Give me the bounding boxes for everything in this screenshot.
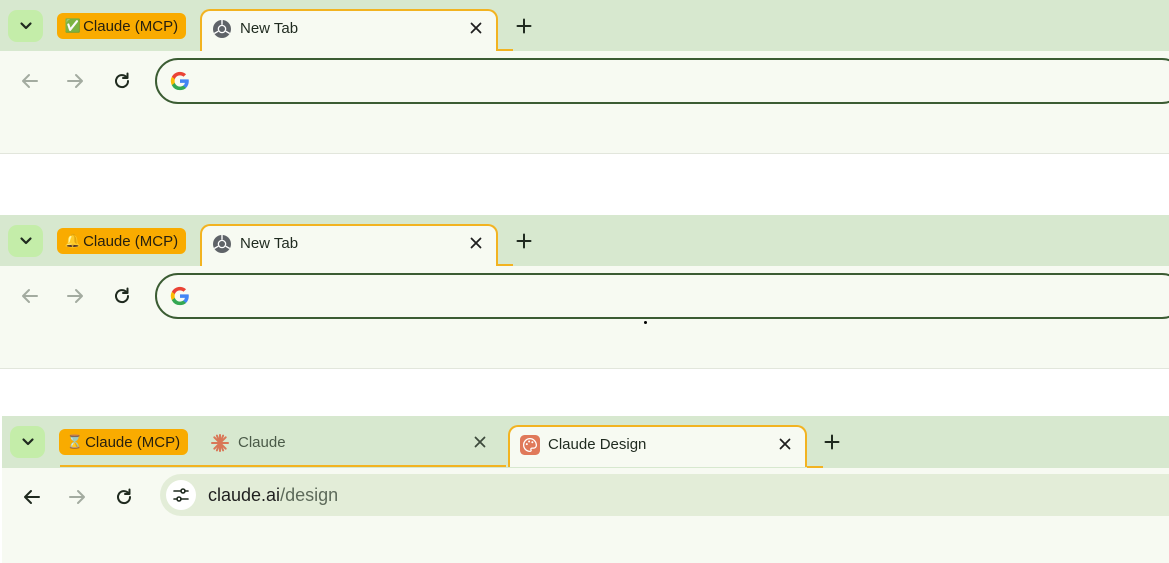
browser-window-2: 🔔 Claude (MCP) New Tab <box>0 215 1169 370</box>
group-status-icon: ✅ <box>64 18 82 33</box>
browser-window-1: ✅ Claude (MCP) New Tab <box>0 0 1169 155</box>
reload-button[interactable] <box>111 484 137 510</box>
close-icon[interactable] <box>466 233 486 253</box>
reload-button[interactable] <box>109 283 135 309</box>
site-info-button[interactable] <box>166 480 196 510</box>
back-button[interactable] <box>19 484 45 510</box>
reload-icon <box>115 287 130 304</box>
omnibox[interactable] <box>155 58 1169 104</box>
chrome-icon <box>212 19 232 39</box>
arrow-left-icon <box>22 289 38 303</box>
omnibox-url[interactable]: claude.ai/design <box>208 485 338 506</box>
back-button[interactable] <box>17 283 43 309</box>
reload-button[interactable] <box>109 68 135 94</box>
new-tab-button[interactable] <box>512 14 536 38</box>
tab-title: New Tab <box>240 20 299 37</box>
close-icon[interactable] <box>775 434 795 454</box>
tab-group-label: Claude (MCP) <box>85 433 181 451</box>
arrow-left-icon <box>24 490 40 504</box>
url-path: /design <box>280 485 339 505</box>
tab-strip: ⌛ Claude (MCP) Claude Claude Design <box>2 416 1169 468</box>
tune-icon <box>173 488 189 502</box>
new-tab-button[interactable] <box>512 229 536 253</box>
claude-burst-icon <box>210 433 230 453</box>
reload-icon <box>115 72 130 89</box>
forward-button[interactable] <box>62 283 88 309</box>
new-tab-button[interactable] <box>820 430 844 454</box>
tab-strip: 🔔 Claude (MCP) New Tab <box>0 215 1169 266</box>
close-icon[interactable] <box>470 432 490 452</box>
reload-icon <box>117 488 132 505</box>
tab-title: Claude <box>238 434 286 451</box>
toolbar <box>0 51 1169 154</box>
forward-button[interactable] <box>62 68 88 94</box>
forward-button[interactable] <box>64 484 90 510</box>
toolbar <box>0 266 1169 369</box>
arrow-right-icon <box>67 289 83 303</box>
tab-new-tab[interactable]: New Tab <box>200 9 498 51</box>
google-g-icon <box>170 286 189 306</box>
arrow-left-icon <box>22 74 38 88</box>
chevron-down-icon <box>19 22 32 30</box>
plus-icon <box>516 18 532 34</box>
tab-group-label: Claude (MCP) <box>83 17 179 35</box>
back-button[interactable] <box>17 68 43 94</box>
group-status-icon: ⌛ <box>66 434 84 449</box>
group-status-icon: 🔔 <box>64 233 82 248</box>
browser-window-3: ⌛ Claude (MCP) Claude Claude Design clau… <box>0 416 1169 563</box>
omnibox[interactable]: claude.ai/design <box>160 474 1169 516</box>
url-host: claude.ai <box>208 485 281 505</box>
google-g-icon <box>170 71 189 91</box>
mouse-cursor-dot <box>644 321 647 324</box>
chrome-icon <box>212 234 232 254</box>
arrow-right-icon <box>69 490 85 504</box>
arrow-right-icon <box>67 74 83 88</box>
tab-group-chip[interactable]: ✅ Claude (MCP) <box>57 13 186 39</box>
toolbar: claude.ai/design <box>2 468 1169 563</box>
tab-group-label: Claude (MCP) <box>83 232 179 250</box>
palette-icon <box>520 435 540 455</box>
tab-search-button[interactable] <box>8 225 43 257</box>
tab-search-button[interactable] <box>10 426 45 458</box>
plus-icon <box>516 233 532 249</box>
tab-claude-design[interactable]: Claude Design <box>508 425 807 467</box>
tab-title: New Tab <box>240 235 299 252</box>
tab-strip: ✅ Claude (MCP) New Tab <box>0 0 1169 51</box>
close-icon[interactable] <box>466 18 486 38</box>
omnibox[interactable] <box>155 273 1169 319</box>
tab-title: Claude Design <box>548 436 647 453</box>
chevron-down-icon <box>19 237 32 245</box>
tab-group-chip[interactable]: ⌛ Claude (MCP) <box>59 429 188 455</box>
tab-edge-decoration <box>497 264 513 266</box>
tab-claude[interactable]: Claude <box>200 425 500 467</box>
tab-new-tab[interactable]: New Tab <box>200 224 498 266</box>
tab-edge-decoration <box>497 49 513 51</box>
chevron-down-icon <box>21 438 34 446</box>
tab-search-button[interactable] <box>8 10 43 42</box>
plus-icon <box>824 434 840 450</box>
tab-group-chip[interactable]: 🔔 Claude (MCP) <box>57 228 186 254</box>
